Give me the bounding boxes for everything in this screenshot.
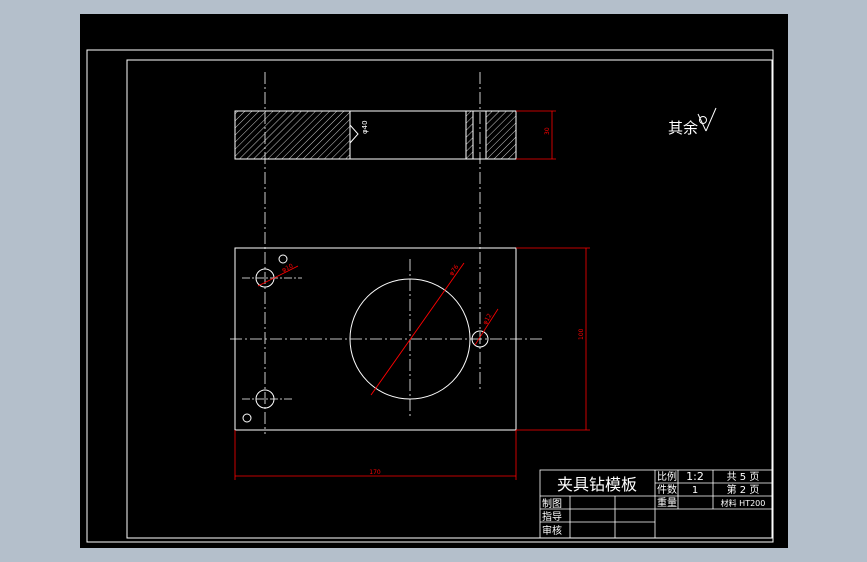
plan-view: φ10 φ76 φ12 100 170 <box>230 247 590 480</box>
drawn-by-label: 制图 <box>542 497 562 510</box>
pin-hole-top <box>278 254 288 264</box>
width-dim-label: 170 <box>369 469 381 476</box>
section-diameter-label: φ40 <box>361 120 369 134</box>
part-name: 夹具钻模板 <box>557 475 637 494</box>
roughness-note-label: 其余 <box>668 119 698 137</box>
roughness-symbol-stroke <box>705 107 717 132</box>
title-block-text: 夹具钻模板 比例 1:2 件数 1 重量 共 5 页 第 2 页 材料 HT20… <box>542 470 765 537</box>
sheet-number: 第 2 页 <box>727 483 760 496</box>
drawing-canvas: φ40 30 φ10 φ76 φ12 100 170 其余 夹具钻模板 比例 1… <box>80 14 788 548</box>
guided-by-label: 指导 <box>542 510 562 523</box>
reviewed-by-label: 审核 <box>542 524 562 537</box>
thickness-dim-label: 30 <box>544 127 551 135</box>
roughness-note: 其余 <box>668 107 717 137</box>
total-sheets: 共 5 页 <box>727 471 760 483</box>
chamfer-mark <box>349 124 359 144</box>
pin-hole-bottom <box>242 413 252 423</box>
section-hatch-right-a <box>466 111 473 159</box>
section-view: φ40 30 <box>234 110 556 160</box>
count-value: 1 <box>692 485 698 496</box>
big-hole-dim-line <box>370 262 465 396</box>
engineering-drawing: φ40 30 φ10 φ76 φ12 100 170 其余 夹具钻模板 比例 1… <box>86 49 774 543</box>
weight-label: 重量 <box>657 496 677 509</box>
material: 材料 HT200 <box>721 498 766 508</box>
height-dim-label: 100 <box>578 328 585 340</box>
section-hatch-right-b <box>486 111 516 159</box>
scale-value: 1:2 <box>686 470 704 483</box>
hole-small-dim-label: φ10 <box>281 262 295 273</box>
count-label: 件数 <box>657 483 677 496</box>
section-hatch-left <box>235 111 350 159</box>
scale-label: 比例 <box>657 470 677 483</box>
